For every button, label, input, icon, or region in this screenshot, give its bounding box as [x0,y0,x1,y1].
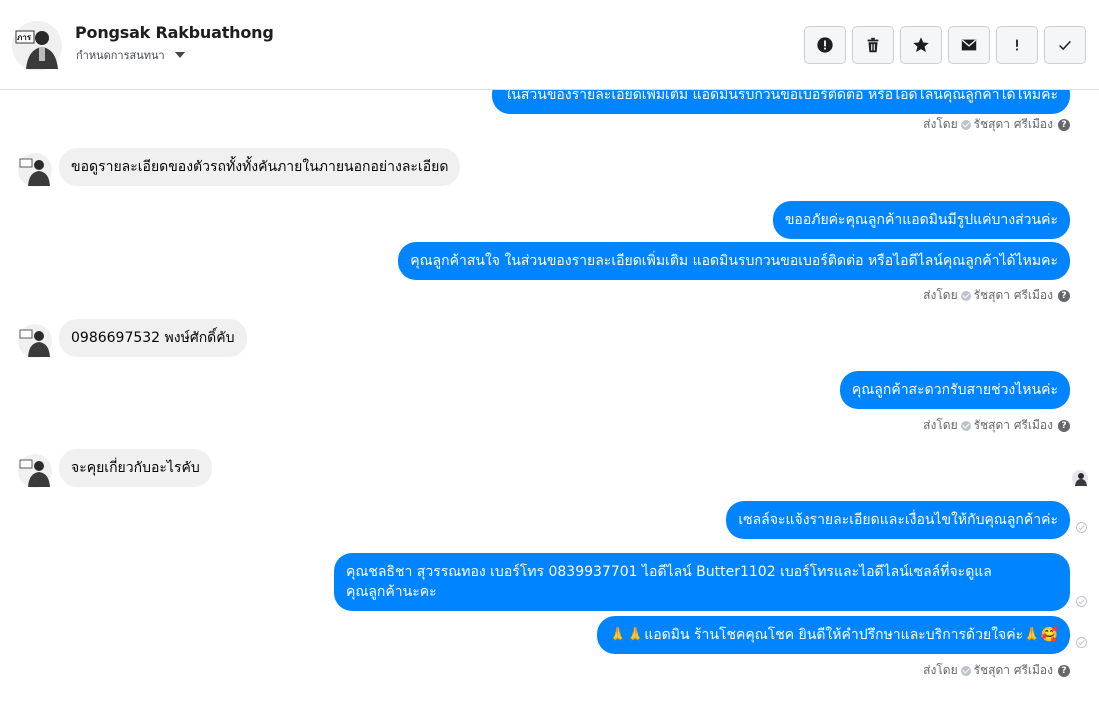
help-icon[interactable]: ? [1058,664,1070,677]
alert-circle-icon [817,37,833,53]
verified-check-icon [960,420,971,431]
star-icon [913,37,929,53]
contact-avatar-small [18,153,52,187]
mark-unread-button[interactable] [948,26,990,64]
delivered-check-icon [1076,596,1087,607]
help-icon[interactable]: ? [1058,419,1070,432]
sent-by-agent: รัชสุดา ศรีเมือง [973,117,1053,131]
sent-by-prefix: ส่งโดย [923,418,958,432]
outgoing-message[interactable]: คุณลูกค้าสนใจ ในส่วนของรายละเอียดเพิ่มเต… [398,242,1070,280]
message-line: คุณชลธิชา สุวรรณทอง เบอร์โทร 0839937701 … [346,564,992,580]
trash-icon [867,37,879,53]
envelope-icon [961,39,977,51]
assign-label: กำหนดการสนทนา [76,49,165,62]
delivered-check-icon [1076,637,1087,648]
sent-by-prefix: ส่งโดย [923,663,958,677]
follow-up-button[interactable] [996,26,1038,64]
outgoing-message[interactable]: คุณชลธิชา สุวรรณทอง เบอร์โทร 0839937701 … [334,553,1070,611]
outgoing-message[interactable]: เซลล์จะแจ้งรายละเอียดและเงื่อนไขให้กับคุ… [726,501,1070,539]
sent-by-prefix: ส่งโดย [923,117,958,131]
conversation-header: ภาร Pongsak Rakbuathong กำหนดการสนทนา [0,0,1099,90]
sent-by-agent: รัชสุดา ศรีเมือง [973,418,1053,432]
exclamation-icon [1016,39,1018,51]
contact-avatar-small [18,324,52,358]
outgoing-message[interactable]: 🙏🙏แอดมิน ร้านโชคคุณโชค ยินดีให้คำปรึกษาแ… [597,616,1070,654]
check-icon [1059,40,1071,51]
sent-by-line: ส่งโดย รัชสุดา ศรีเมือง ? [923,416,1070,435]
message-line: คุณลูกค้านะคะ [346,584,437,600]
caret-down-icon [174,52,185,58]
sent-by-line: ส่งโดย รัชสุดา ศรีเมือง ? [923,286,1070,305]
contact-avatar[interactable]: ภาร [12,21,62,71]
sent-by-line: ส่งโดย รัชสุดา ศรีเมือง ? [923,115,1070,134]
verified-check-icon [960,665,971,676]
contact-avatar-small [18,454,52,488]
sent-by-agent: รัชสุดา ศรีเมือง [973,663,1053,677]
delivered-check-icon [1076,522,1087,533]
incoming-message[interactable]: ขอดูรายละเอียดของตัวรถทั้งทั้งคันภายในภา… [59,148,461,186]
contact-name: Pongsak Rakbuathong [75,23,274,42]
incoming-message[interactable]: 0986697532 พงษ์ศักดิ์คับ [59,319,247,357]
sent-by-agent: รัชสุดา ศรีเมือง [973,288,1053,302]
mark-done-button[interactable] [1044,26,1086,64]
seen-by-avatar [1072,470,1088,486]
outgoing-message[interactable]: คุณลูกค้าสะดวกรับสายช่วงไหนค่ะ [839,371,1070,409]
svg-text:ภาร: ภาร [17,33,32,42]
mark-spam-button[interactable] [804,26,846,64]
verified-check-icon [960,290,971,301]
sent-by-prefix: ส่งโดย [923,288,958,302]
help-icon[interactable]: ? [1058,289,1070,302]
incoming-message[interactable]: จะคุยเกี่ยวกับอะไรคับ [59,449,212,487]
assign-conversation-dropdown[interactable]: กำหนดการสนทนา [76,46,185,64]
help-icon[interactable]: ? [1058,118,1070,131]
sent-by-line: ส่งโดย รัชสุดา ศรีเมือง ? [923,661,1070,680]
outgoing-message[interactable]: ในส่วนของรายละเอียดเพิ่มเติม แอดมินรบกวน… [492,90,1070,114]
conversation-actions [804,26,1086,64]
message-thread[interactable]: ในส่วนของรายละเอียดเพิ่มเติม แอดมินรบกวน… [0,90,1099,711]
outgoing-message[interactable]: ขออภัยค่ะคุณลูกค้าแอดมินมีรูปแค่บางส่วนค… [772,201,1070,239]
delete-button[interactable] [852,26,894,64]
star-button[interactable] [900,26,942,64]
verified-check-icon [960,119,971,130]
